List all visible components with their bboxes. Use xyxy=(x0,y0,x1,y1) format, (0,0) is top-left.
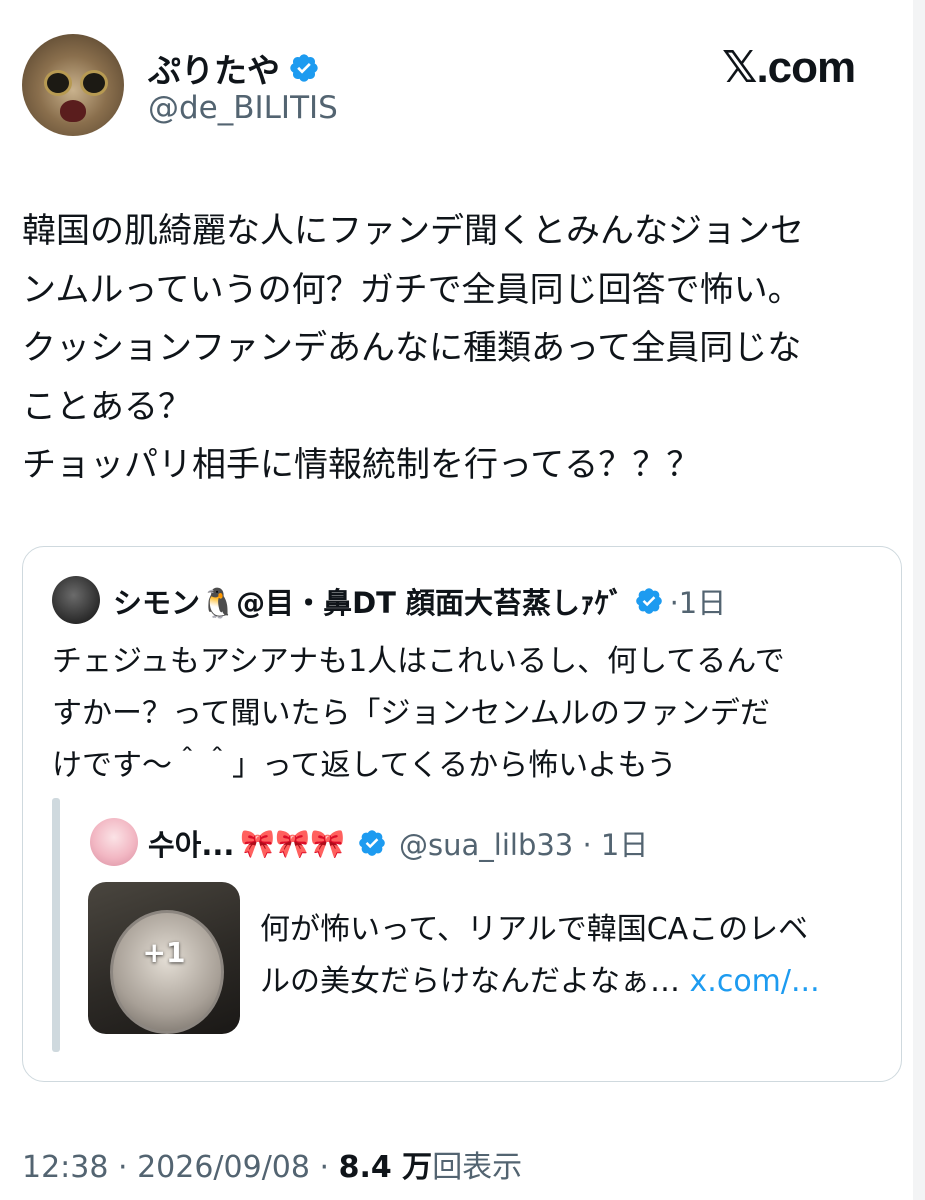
nested-quote-bar xyxy=(52,798,60,1052)
author-avatar[interactable] xyxy=(22,34,124,136)
quoted-post-time: ·1日 xyxy=(669,586,727,620)
ribbon-emoji: 🎀🎀🎀 xyxy=(240,826,346,860)
nested-media-thumbnail[interactable]: +1 xyxy=(88,882,240,1034)
verified-badge-icon xyxy=(635,588,662,614)
quoted-post-text: チェジュもアシアナも1人はこれいるし、何してるんで すかー？って聞いたら「ジョン… xyxy=(52,644,785,783)
nested-author-name[interactable]: 수아... xyxy=(148,822,234,864)
author-name-row[interactable]: ぷりたや xyxy=(148,44,320,92)
quoted-author-row: シモン🐧@目・鼻DT 顔面大苔蒸しｧｹﾞ ·1日 xyxy=(113,580,726,622)
cat-mouth xyxy=(60,100,86,122)
post-timestamp[interactable]: 12:38 · 2026/09/08 · xyxy=(22,1150,339,1185)
nested-author-row: 수아... 🎀🎀🎀 @sua_lilb33 · 1日 xyxy=(148,822,648,864)
page-edge xyxy=(913,0,925,1200)
nested-post-link[interactable]: x.com/... xyxy=(690,964,820,999)
verified-badge-icon xyxy=(359,830,385,856)
cat-eye-right xyxy=(80,70,108,96)
media-count-label: +1 xyxy=(142,936,186,969)
nested-author-handle-time: @sua_lilb33 · 1日 xyxy=(399,828,649,862)
post-meta: 12:38 · 2026/09/08 · 8.4 万回表示 xyxy=(22,1142,522,1186)
quoted-author-avatar[interactable] xyxy=(52,576,100,624)
nested-author-avatar[interactable] xyxy=(90,818,138,866)
verified-badge-icon xyxy=(290,54,318,82)
post-text: 韓国の肌綺麗な人にファンデ聞くとみんなジョンセ ンムルっていうの何？ガチで全員同… xyxy=(22,211,804,485)
view-count-label: 回表示 xyxy=(432,1150,523,1185)
mirror-image xyxy=(110,910,224,1034)
author-display-name[interactable]: ぷりたや xyxy=(148,44,280,92)
x-logo: 𝕏.com xyxy=(722,43,856,92)
view-count: 8.4 万 xyxy=(338,1150,433,1185)
nested-post-text: 何が怖いって、リアルで韓国CAこのレベ ルの美女だらけなんだよなぁ… x.com… xyxy=(260,904,880,1008)
cat-eye-left xyxy=(44,70,72,96)
quoted-author-name[interactable]: シモン🐧@目・鼻DT 顔面大苔蒸しｧｹﾞ xyxy=(113,580,624,622)
author-handle[interactable]: @de_BILITIS xyxy=(148,90,338,126)
